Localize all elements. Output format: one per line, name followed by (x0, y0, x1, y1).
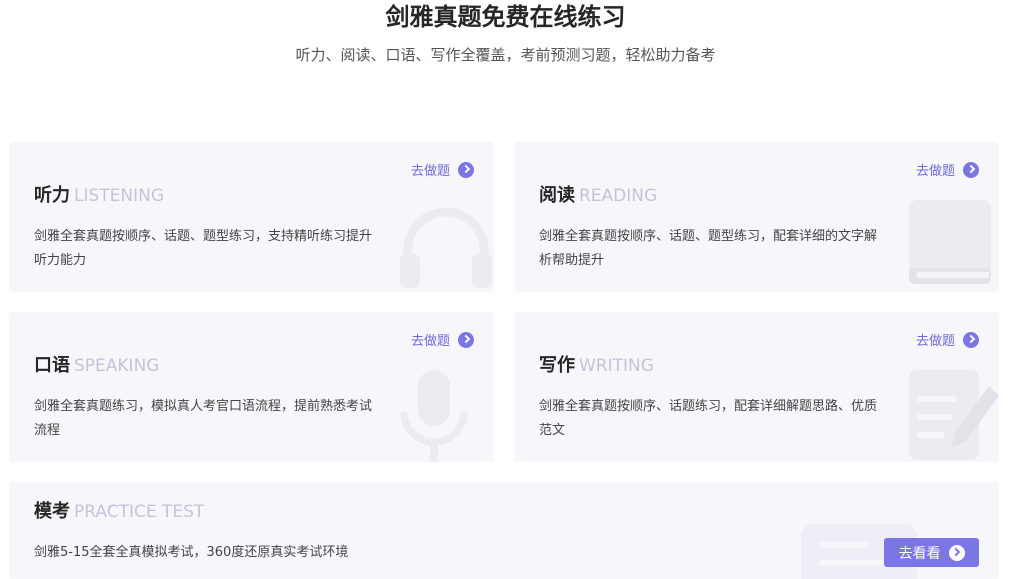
card-speaking[interactable]: 去做题 口语 SPEAKING 剑雅全套真题练习，模拟真人考官口语流程，提前熟悉考… (9, 312, 494, 462)
writing-description: 剑雅全套真题按顺序、话题练习，配套详细解题思路、优质范文 (539, 399, 878, 438)
speaking-go-button[interactable]: 去做题 (411, 330, 474, 349)
writing-subtitle: WRITING (579, 356, 654, 376)
arrow-right-icon (458, 161, 474, 178)
reading-subtitle: READING (579, 186, 658, 206)
page-subtitle: 听力、阅读、口语、写作全覆盖，考前预测习题，轻松助力备考 (295, 46, 716, 64)
headphones-icon (400, 207, 492, 288)
speaking-description: 剑雅全套真题练习，模拟真人考官口语流程，提前熟悉考试流程 (34, 399, 373, 438)
listening-go-label: 去做题 (410, 164, 450, 179)
writing-heading: 写作 WRITING (539, 354, 654, 378)
speaking-subtitle: SPEAKING (74, 356, 160, 376)
card-writing[interactable]: 去做题 写作 WRITING 剑雅全套真题按顺序、话题练习，配套详细解题思路、优质… (514, 312, 999, 462)
card-reading[interactable]: 去做题 阅读 READING 剑雅全套真题按顺序、话题、题型练习，配套详细的文字解… (514, 142, 999, 292)
arrow-right-icon (963, 331, 979, 348)
writing-title: 写作 (539, 355, 575, 376)
listening-go-button[interactable]: 去做题 (411, 160, 474, 179)
mock-heading: 模考 PRACTICE TEST (34, 500, 204, 524)
mock-view-button[interactable]: 去看看 (884, 538, 979, 567)
listening-description: 剑雅全套真题按顺序、话题、题型练习，支持精听练习提升听力能力 (34, 229, 373, 268)
pencil-paper-icon (909, 370, 999, 460)
reading-go-button[interactable]: 去做题 (916, 160, 979, 179)
card-listening[interactable]: 去做题 听力 LISTENING 剑雅全套真题按顺序、话题、题型练习，支持精听练习… (9, 142, 494, 292)
arrow-right-icon (458, 331, 474, 348)
speaking-title: 口语 (34, 355, 70, 376)
microphone-icon (400, 370, 468, 462)
listening-subtitle: LISTENING (74, 186, 165, 206)
book-icon (909, 200, 991, 284)
card-mock-test[interactable]: 模考 PRACTICE TEST 剑雅5-15全套全真模拟考试，360度还原真实考… (9, 482, 999, 579)
mock-subtitle: PRACTICE TEST (74, 502, 205, 522)
arrow-right-icon (948, 544, 965, 561)
listening-heading: 听力 LISTENING (34, 184, 164, 208)
mock-description: 剑雅5-15全套全真模拟考试，360度还原真实考试环境 (34, 545, 349, 560)
writing-go-label: 去做题 (915, 334, 955, 349)
reading-description: 剑雅全套真题按顺序、话题、题型练习，配套详细的文字解析帮助提升 (539, 229, 878, 268)
writing-go-button[interactable]: 去做题 (916, 330, 979, 349)
speaking-heading: 口语 SPEAKING (34, 354, 159, 378)
speaking-go-label: 去做题 (410, 334, 450, 349)
reading-heading: 阅读 READING (539, 184, 657, 208)
listening-title: 听力 (34, 185, 70, 206)
reading-go-label: 去做题 (915, 164, 955, 179)
mock-title: 模考 (34, 501, 70, 522)
page-title: 剑雅真题免费在线练习 (385, 3, 626, 31)
arrow-right-icon (963, 161, 979, 178)
mock-view-label: 去看看 (898, 545, 941, 562)
reading-title: 阅读 (539, 185, 575, 206)
